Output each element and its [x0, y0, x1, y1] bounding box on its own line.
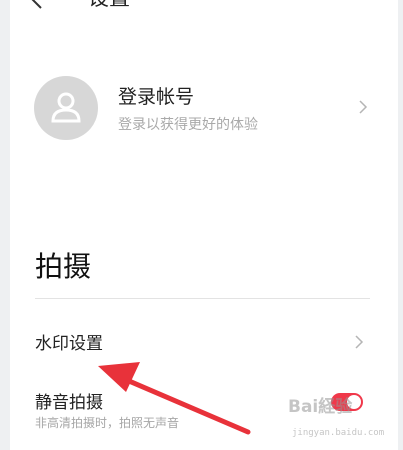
watermark-settings-row[interactable]: 水印设置: [10, 325, 398, 361]
watermark-settings-label: 水印设置: [35, 334, 103, 354]
avatar: [34, 76, 98, 140]
settings-panel: 设置 登录帐号 登录以获得更好的体验 拍摄 水印设置 静音拍摄 非高清拍摄时，拍…: [10, 0, 398, 450]
login-title: 登录帐号: [118, 86, 195, 108]
watermark-overlay-text: Bai経验: [288, 397, 353, 417]
chevron-right-icon: [359, 100, 368, 114]
login-subtitle: 登录以获得更好的体验: [118, 117, 258, 133]
divider: [35, 298, 370, 299]
watermark-overlay-url: jingyan.baidu.com: [292, 428, 385, 438]
chevron-right-icon: [355, 335, 364, 349]
mute-shooting-label: 静音拍摄: [35, 393, 103, 413]
user-icon: [51, 92, 81, 123]
page-title: 设置: [88, 0, 130, 12]
login-account-row[interactable]: 登录帐号 登录以获得更好的体验: [10, 72, 398, 152]
section-title-shooting: 拍摄: [35, 250, 92, 283]
back-arrow-icon[interactable]: [28, 0, 48, 10]
top-bar: 设置: [10, 0, 398, 20]
mute-shooting-subtitle: 非高清拍摄时，拍照无声音: [35, 416, 180, 430]
